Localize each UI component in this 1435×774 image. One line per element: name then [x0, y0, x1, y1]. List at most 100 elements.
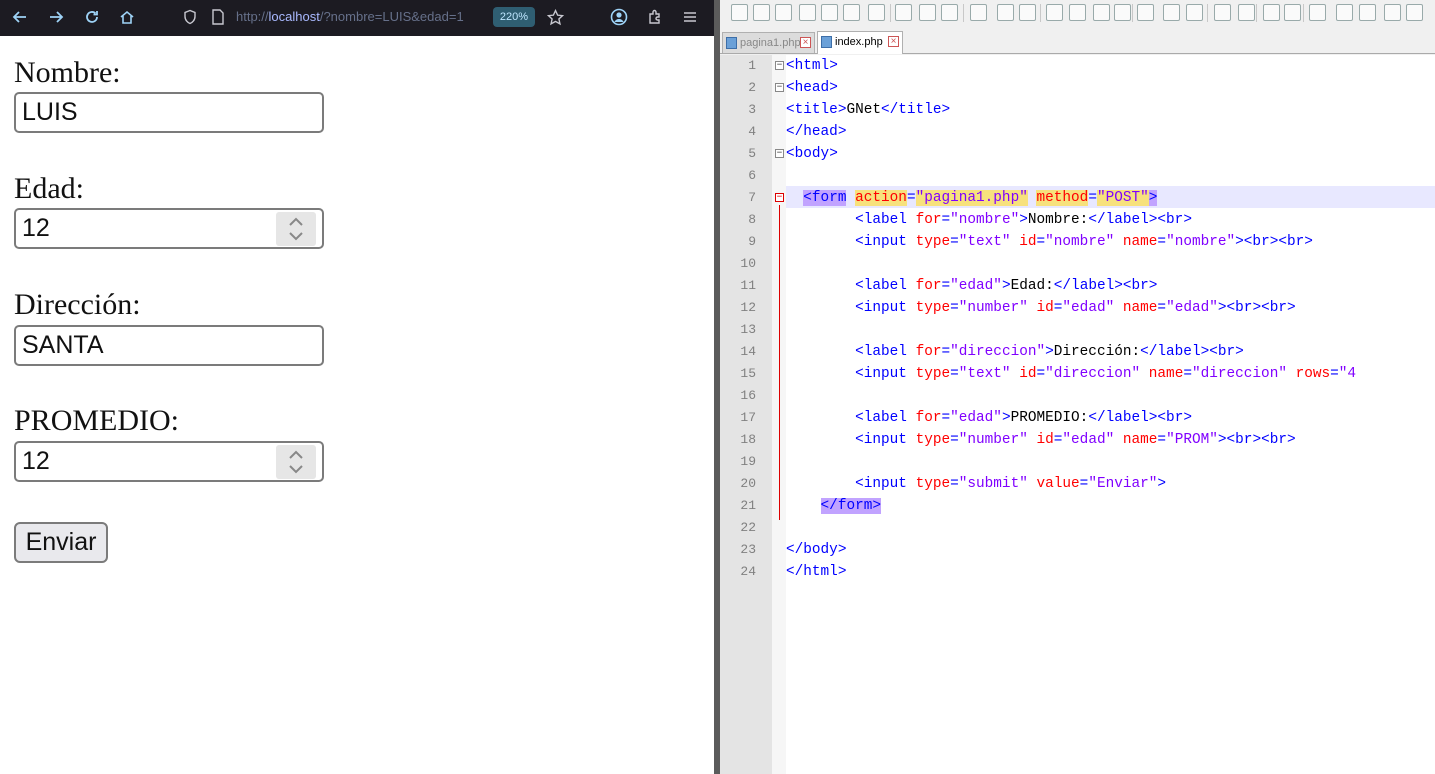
- toolbar-separator: [1132, 4, 1133, 22]
- star-icon[interactable]: [543, 5, 567, 29]
- edad-label: Edad:: [14, 172, 84, 205]
- toolbar-icon[interactable]: [868, 4, 885, 21]
- line-number: 11: [740, 278, 756, 293]
- toolbar-separator: [1303, 4, 1304, 22]
- toolbar-icon[interactable]: [1214, 4, 1231, 21]
- toolbar-icon[interactable]: [1163, 4, 1180, 21]
- promedio-label: PROMEDIO:: [14, 404, 180, 437]
- toolbar-icon[interactable]: [775, 4, 792, 21]
- promedio-spinner[interactable]: [276, 445, 316, 479]
- code-line: <body>: [786, 146, 838, 162]
- line-number: 15: [740, 366, 756, 381]
- fold-toggle-icon[interactable]: −: [775, 149, 784, 158]
- code-line: <label for="nombre">Nombre:</label><br>: [855, 212, 1192, 228]
- extensions-icon[interactable]: [643, 5, 667, 29]
- nombre-input[interactable]: LUIS: [14, 92, 324, 133]
- toolbar-separator: [1256, 4, 1257, 22]
- toolbar-icon[interactable]: [1406, 4, 1423, 21]
- toolbar-icon[interactable]: [843, 4, 860, 21]
- code-line: <input type="number" id="edad" name="PRO…: [855, 432, 1296, 448]
- line-number: 1: [748, 58, 756, 73]
- toolbar-icon[interactable]: [731, 4, 748, 21]
- toolbar-icon[interactable]: [799, 4, 816, 21]
- fold-toggle-icon[interactable]: −: [775, 61, 784, 70]
- toolbar-icon[interactable]: [919, 4, 936, 21]
- direccion-input[interactable]: SANTA: [14, 325, 324, 366]
- code-line: <form action="pagina1.php" method="POST"…: [803, 190, 1158, 206]
- url-bar[interactable]: http://localhost/?nombre=LUIS&edad=1: [236, 9, 488, 24]
- code-line: <input type="number" id="edad" name="eda…: [855, 300, 1296, 316]
- direccion-label: Dirección:: [14, 288, 141, 321]
- forward-arrow-icon[interactable]: [44, 5, 68, 29]
- edad-input[interactable]: 12: [14, 208, 324, 249]
- code-area[interactable]: <html> <head> <title>GNet</title> </head> <b…: [786, 55, 1435, 774]
- toolbar-icon[interactable]: [1069, 4, 1086, 21]
- toolbar-icon[interactable]: [941, 4, 958, 21]
- zoom-badge[interactable]: 220%: [493, 7, 535, 27]
- line-number-gutter: 1 2 3 4 5 6 7 8 9 10 11 12 13 14 15 16 17 18 19 20 21 22 23 24: [720, 55, 772, 774]
- menu-icon[interactable]: [678, 5, 702, 29]
- code-line: <input type="submit" value="Enviar">: [855, 476, 1167, 492]
- toolbar-icon[interactable]: [1309, 4, 1326, 21]
- shield-icon[interactable]: [178, 5, 202, 29]
- toolbar-icon[interactable]: [1284, 4, 1301, 21]
- toolbar-icon[interactable]: [970, 4, 987, 21]
- toolbar-icon[interactable]: [1046, 4, 1063, 21]
- home-icon[interactable]: [115, 5, 139, 29]
- toolbar-icon[interactable]: [1186, 4, 1203, 21]
- toolbar-separator: [963, 4, 964, 22]
- page-icon: [206, 5, 230, 29]
- toolbar-icon[interactable]: [1238, 4, 1255, 21]
- tab-index[interactable]: index.php ×: [817, 31, 903, 54]
- code-line: </html>: [786, 564, 847, 580]
- edad-spinner[interactable]: [276, 212, 316, 246]
- close-tab-icon[interactable]: ×: [800, 37, 811, 48]
- direccion-value: SANTA: [22, 331, 104, 359]
- toolbar-icon[interactable]: [1384, 4, 1401, 21]
- toolbar-separator: [890, 4, 891, 22]
- editor-toolbar: [720, 0, 1435, 28]
- close-tab-icon[interactable]: ×: [888, 36, 899, 47]
- browser-toolbar: http://localhost/?nombre=LUIS&edad=1 220…: [0, 0, 714, 36]
- fold-toggle-icon[interactable]: −: [775, 193, 784, 202]
- toolbar-icon[interactable]: [997, 4, 1014, 21]
- code-line: <label for="edad">Edad:</label><br>: [855, 278, 1158, 294]
- toolbar-separator: [1207, 4, 1208, 22]
- fold-toggle-icon[interactable]: −: [775, 83, 784, 92]
- line-number: 10: [740, 256, 756, 271]
- line-number: 23: [740, 542, 756, 557]
- toolbar-icon[interactable]: [1263, 4, 1280, 21]
- account-icon[interactable]: [607, 5, 631, 29]
- line-number: 13: [740, 322, 756, 337]
- enviar-button[interactable]: Enviar: [14, 522, 108, 563]
- toolbar-icon[interactable]: [1093, 4, 1110, 21]
- line-number: 20: [740, 476, 756, 491]
- editor-tabs: pagina1.php × index.php ×: [720, 30, 1435, 54]
- tab-pagina1[interactable]: pagina1.php ×: [722, 32, 815, 53]
- toolbar-separator: [1040, 4, 1041, 22]
- line-number: 8: [748, 212, 756, 227]
- toolbar-icon[interactable]: [821, 4, 838, 21]
- nombre-value: LUIS: [22, 98, 78, 126]
- line-number: 19: [740, 454, 756, 469]
- toolbar-icon[interactable]: [1359, 4, 1376, 21]
- toolbar-icon[interactable]: [1019, 4, 1036, 21]
- promedio-input[interactable]: 12: [14, 441, 324, 482]
- editor-window: pagina1.php × index.php × 1 2 3 4 5 6 7 8 9 10 11 12 1…: [720, 0, 1435, 774]
- reload-icon[interactable]: [80, 5, 104, 29]
- toolbar-icon[interactable]: [753, 4, 770, 21]
- toolbar-icon[interactable]: [1137, 4, 1154, 21]
- line-number: 12: [740, 300, 756, 315]
- line-number: 18: [740, 432, 756, 447]
- back-arrow-icon[interactable]: [8, 5, 32, 29]
- line-number: 7: [748, 190, 756, 205]
- line-number: 2: [748, 80, 756, 95]
- code-line: </form>: [820, 498, 882, 514]
- toolbar-icon[interactable]: [1114, 4, 1131, 21]
- toolbar-icon[interactable]: [1336, 4, 1353, 21]
- code-line: <html>: [786, 58, 838, 74]
- fold-line: [779, 205, 780, 520]
- php-file-icon: [726, 37, 737, 49]
- code-line: <head>: [786, 80, 838, 96]
- toolbar-icon[interactable]: [895, 4, 912, 21]
